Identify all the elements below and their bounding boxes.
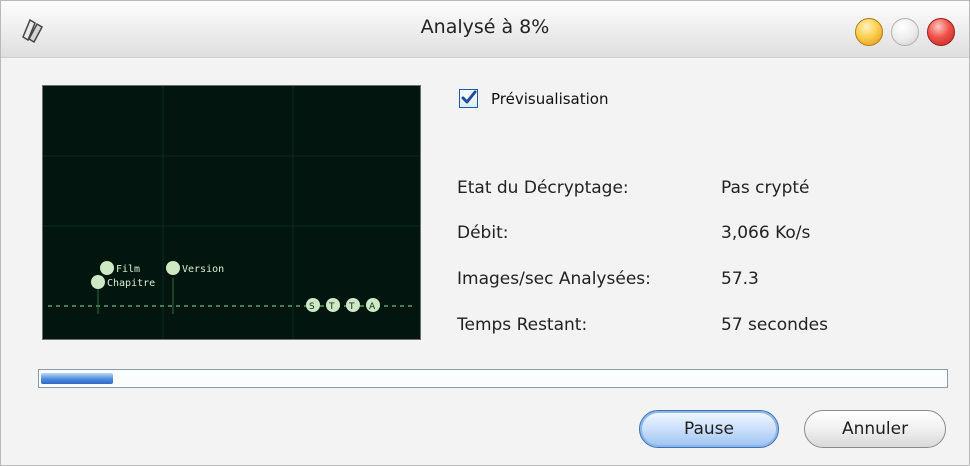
- fps-label: Images/sec Analysées:: [457, 269, 651, 289]
- window-title: Analysé à 8%: [420, 16, 550, 38]
- preview-frame: Film Version Chapitre S T T A: [43, 86, 420, 339]
- svg-text:S: S: [309, 302, 315, 312]
- svg-text:Film: Film: [116, 264, 140, 275]
- close-button[interactable]: [927, 18, 955, 46]
- decryption-state-value: Pas crypté: [721, 178, 810, 198]
- fps-value: 57.3: [721, 269, 759, 289]
- analysis-progress-bar: [38, 369, 948, 388]
- bitrate-value: 3,066 Ko/s: [721, 223, 811, 243]
- cancel-button[interactable]: Annuler: [804, 410, 946, 448]
- svg-text:T: T: [348, 302, 355, 312]
- checkmark-icon: [461, 90, 477, 104]
- minimize-button[interactable]: [855, 18, 883, 46]
- preview-checkbox[interactable]: [459, 89, 478, 108]
- svg-text:Version: Version: [182, 264, 224, 275]
- time-remaining-value: 57 secondes: [721, 315, 828, 335]
- video-preview: Film Version Chapitre S T T A: [42, 85, 421, 340]
- bitrate-label: Débit:: [457, 223, 509, 243]
- preview-checkbox-label[interactable]: Prévisualisation: [491, 90, 608, 108]
- pause-button[interactable]: Pause: [639, 410, 779, 448]
- time-remaining-label: Temps Restant:: [457, 315, 588, 335]
- title-bar[interactable]: Analysé à 8%: [1, 1, 969, 58]
- analysis-dialog: Analysé à 8% Film Version Chapitre S T T…: [0, 0, 970, 466]
- svg-text:T: T: [328, 302, 335, 312]
- progress-fill: [41, 373, 113, 384]
- svg-text:A: A: [369, 302, 376, 312]
- maximize-button[interactable]: [891, 18, 919, 46]
- decryption-state-label: Etat du Décryptage:: [457, 178, 629, 198]
- svg-text:Chapitre: Chapitre: [107, 278, 155, 289]
